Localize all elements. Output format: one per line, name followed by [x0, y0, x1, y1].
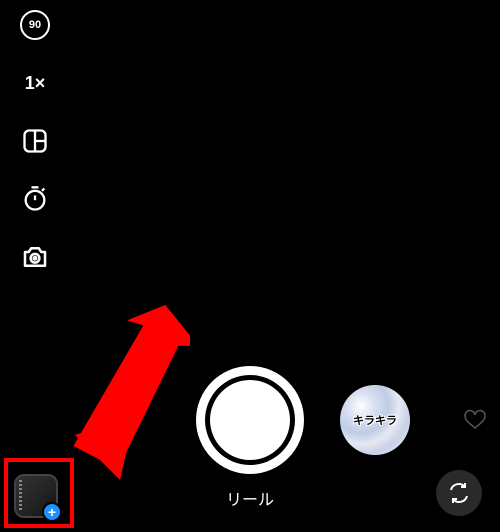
duration-label: 90	[20, 10, 50, 40]
zoom-label: 1×	[25, 73, 46, 94]
gallery-add-badge: +	[42, 502, 62, 522]
effect-heart[interactable]	[440, 385, 500, 455]
heart-icon	[463, 408, 487, 432]
dual-camera-icon	[20, 242, 50, 272]
timer-icon	[21, 185, 49, 213]
layout-grid-button[interactable]	[18, 124, 52, 158]
shutter-core	[210, 380, 290, 460]
timer-button[interactable]	[18, 182, 52, 216]
effect-glitter-label: キラキラ	[353, 412, 397, 428]
effects-strip: キラキラ	[0, 366, 500, 474]
layout-grid-icon	[21, 127, 49, 155]
shutter-ring	[205, 375, 295, 465]
dual-camera-button[interactable]	[18, 240, 52, 274]
gallery-button[interactable]: +	[14, 474, 58, 518]
mode-label[interactable]: リール	[226, 486, 274, 510]
effect-glitter[interactable]: キラキラ	[340, 385, 410, 455]
zoom-button[interactable]: 1×	[18, 66, 52, 100]
duration-button[interactable]: 90	[18, 8, 52, 42]
switch-camera-button[interactable]	[436, 470, 482, 516]
switch-camera-icon	[447, 481, 471, 505]
shutter-button[interactable]	[196, 366, 304, 474]
